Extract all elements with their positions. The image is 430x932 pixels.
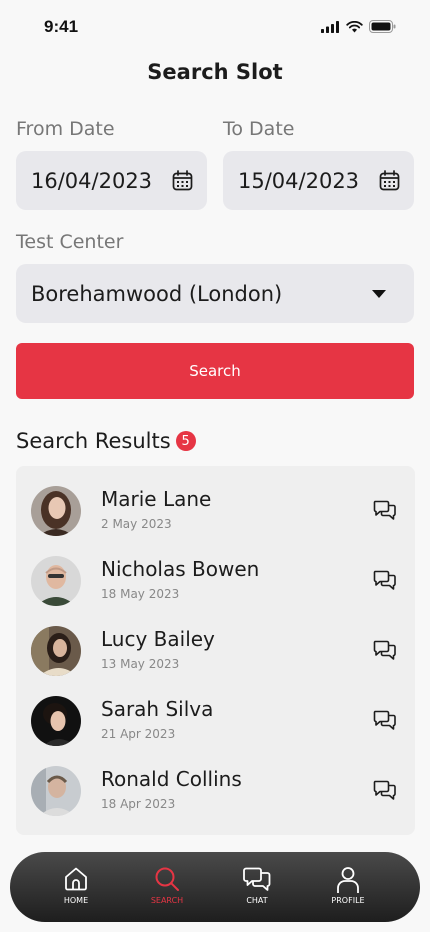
status-bar: 9:41: [0, 0, 430, 54]
list-item[interactable]: Lucy Bailey 13 May 2023: [16, 626, 415, 696]
to-date-value: 15/04/2023: [238, 168, 360, 193]
chat-icon[interactable]: [373, 639, 397, 661]
results-count-badge: 5: [175, 431, 196, 451]
nav-home[interactable]: HOME: [41, 852, 111, 922]
search-button[interactable]: Search: [16, 343, 414, 399]
result-name: Nicholas Bowen: [101, 557, 260, 581]
result-name: Marie Lane: [101, 487, 212, 511]
nav-label: CHAT: [246, 896, 268, 905]
test-center-value: Borehamwood (London): [31, 281, 283, 306]
calendar-icon: [172, 170, 193, 191]
list-item[interactable]: Marie Lane 2 May 2023: [16, 486, 415, 556]
results-title: Search Results: [16, 429, 171, 453]
list-item[interactable]: Ronald Collins 18 Apr 2023: [16, 766, 415, 836]
result-name: Ronald Collins: [101, 767, 242, 791]
signal-icon: [321, 20, 339, 33]
dropdown-arrow-icon: [372, 289, 386, 298]
nav-label: HOME: [63, 896, 89, 905]
chat-icon[interactable]: [373, 569, 397, 591]
nav-label: SEARCH: [150, 896, 184, 905]
avatar: [31, 626, 81, 676]
from-date-label: From Date: [16, 118, 115, 140]
from-date-value: 16/04/2023: [31, 168, 153, 193]
from-date-field[interactable]: 16/04/2023: [16, 151, 207, 210]
to-date-field[interactable]: 15/04/2023: [223, 151, 414, 210]
nav-label: PROFILE: [331, 896, 365, 905]
result-date: 21 Apr 2023: [101, 727, 176, 741]
results-heading: Search Results 5: [16, 429, 196, 453]
status-time: 9:41: [44, 17, 79, 36]
nav-profile[interactable]: PROFILE: [313, 852, 383, 922]
list-item[interactable]: Nicholas Bowen 18 May 2023: [16, 556, 415, 626]
result-date: 18 Apr 2023: [101, 797, 176, 811]
chat-icon[interactable]: [373, 779, 397, 801]
nav-chat[interactable]: CHAT: [222, 852, 292, 922]
to-date-label: To Date: [223, 118, 295, 140]
search-icon: [155, 867, 179, 891]
wifi-icon: [346, 20, 363, 32]
test-center-select[interactable]: Borehamwood (London): [16, 264, 414, 323]
battery-icon: [369, 20, 396, 33]
avatar: [31, 766, 81, 816]
status-icons: [321, 20, 396, 33]
chat-icon: [243, 867, 271, 891]
nav-search[interactable]: SEARCH: [132, 852, 202, 922]
result-date: 18 May 2023: [101, 587, 180, 601]
avatar: [31, 696, 81, 746]
page-title: Search Slot: [147, 60, 283, 84]
result-date: 2 May 2023: [101, 517, 172, 531]
result-name: Sarah Silva: [101, 697, 214, 721]
test-center-label: Test Center: [16, 231, 124, 253]
avatar: [31, 556, 81, 606]
home-icon: [65, 867, 87, 891]
results-list: Marie Lane 2 May 2023 Nicholas Bowen 18 …: [16, 466, 415, 835]
result-name: Lucy Bailey: [101, 627, 215, 651]
result-date: 13 May 2023: [101, 657, 180, 671]
chat-icon[interactable]: [373, 709, 397, 731]
calendar-icon: [379, 170, 400, 191]
profile-icon: [337, 867, 359, 893]
chat-icon[interactable]: [373, 499, 397, 521]
avatar: [31, 486, 81, 536]
bottom-nav: HOME SEARCH CHAT PROFILE: [10, 852, 420, 922]
list-item[interactable]: Sarah Silva 21 Apr 2023: [16, 696, 415, 766]
